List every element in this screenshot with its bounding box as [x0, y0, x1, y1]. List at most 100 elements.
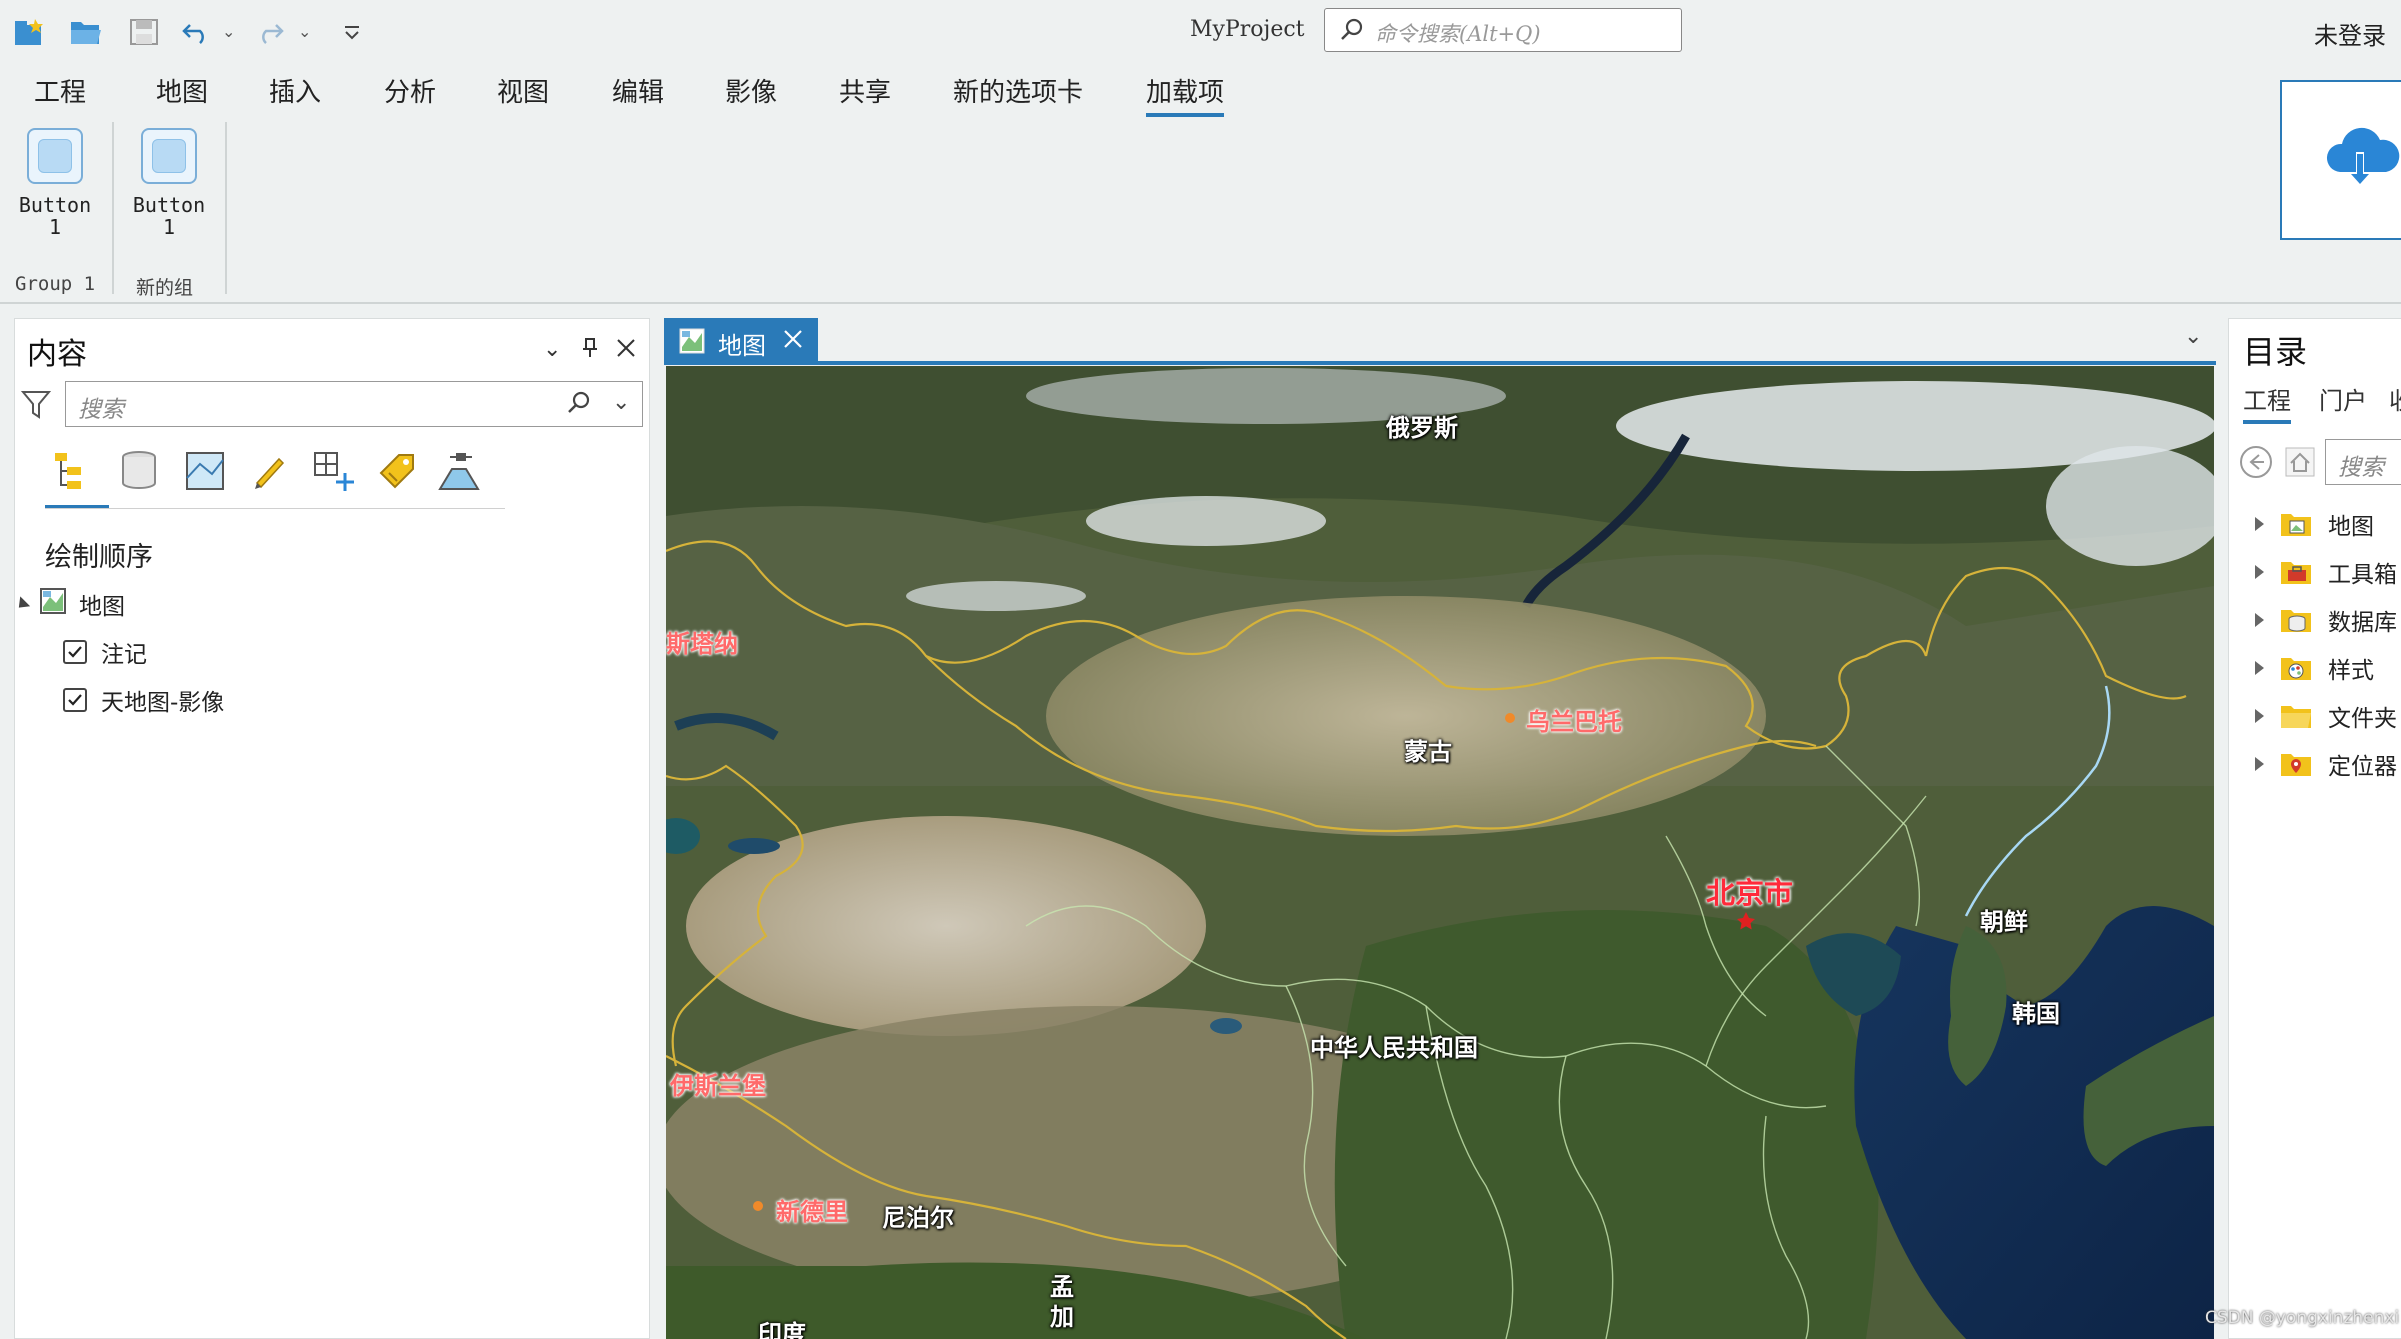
map-label-bangladesh-line1: 孟: [1050, 1273, 1074, 1301]
expand-icon[interactable]: [2255, 757, 2264, 771]
tab-insert[interactable]: 插入: [269, 72, 321, 109]
search-icon[interactable]: [566, 390, 592, 420]
catalog-item-styles[interactable]: 样式: [2255, 651, 2374, 685]
close-tab-icon[interactable]: [782, 328, 804, 354]
map-label-bangladesh-line2: 加: [1050, 1303, 1074, 1331]
list-by-perspective-imagery-icon[interactable]: [435, 447, 483, 495]
redo-dropdown-icon[interactable]: ⌄: [298, 22, 311, 41]
catalog-tab-project[interactable]: 工程: [2243, 381, 2291, 424]
catalog-item-locators[interactable]: 定位器: [2255, 747, 2397, 781]
map-label-bangladesh: 孟 加: [1050, 1272, 1074, 1332]
search-icon: [1339, 17, 1365, 47]
catalog-tab-favorites[interactable]: 收: [2389, 381, 2401, 416]
catalog-item-label: 文件夹: [2328, 706, 2397, 732]
folder-database-icon: [2280, 607, 2312, 633]
folder-styles-icon: [2280, 655, 2312, 681]
tab-project[interactable]: 工程: [34, 72, 86, 109]
view-list-dropdown-icon[interactable]: ⌄: [2184, 324, 2202, 349]
home-icon[interactable]: [2285, 447, 2315, 481]
list-by-labeling-icon[interactable]: [373, 447, 421, 495]
undo-icon[interactable]: [176, 12, 216, 52]
filter-icon[interactable]: [20, 389, 52, 425]
newgroup-button1[interactable]: Button 1: [124, 128, 214, 238]
catalog-item-label: 数据库: [2328, 610, 2397, 636]
drawing-order-heading: 绘制顺序: [45, 542, 153, 573]
tab-add-in[interactable]: 加载项: [1146, 72, 1225, 117]
map-view-tab-label: 地图: [718, 332, 766, 360]
open-project-icon[interactable]: [66, 12, 106, 52]
layer-visibility-checkbox[interactable]: [63, 640, 87, 664]
catalog-item-label: 定位器: [2328, 754, 2397, 780]
contents-search-placeholder: 搜索: [78, 397, 124, 423]
group-separator: [225, 122, 227, 294]
group-label-group1: Group 1: [15, 273, 96, 295]
list-by-editing-icon[interactable]: [245, 447, 293, 495]
tab-imagery[interactable]: 影像: [725, 72, 777, 109]
redo-icon[interactable]: [250, 12, 290, 52]
tab-share[interactable]: 共享: [839, 72, 891, 109]
folder-icon: [2280, 703, 2312, 729]
expand-icon[interactable]: [2255, 565, 2264, 579]
catalog-item-toolboxes[interactable]: 工具箱: [2255, 555, 2397, 589]
map-icon: [39, 587, 67, 621]
map-label-islamabad: 伊斯兰堡: [670, 1072, 766, 1100]
map-label-south-korea: 韩国: [2012, 1000, 2060, 1028]
contents-pane-title: 内容: [27, 337, 87, 372]
download-panel[interactable]: [2280, 80, 2401, 240]
catalog-item-databases[interactable]: 数据库: [2255, 603, 2397, 637]
ribbon-border: [0, 302, 2401, 304]
customize-toolbar-icon[interactable]: [332, 12, 372, 52]
catalog-tab-portal[interactable]: 门户: [2319, 381, 2367, 416]
tab-map[interactable]: 地图: [156, 72, 208, 109]
sign-in-status[interactable]: 未登录: [2314, 16, 2386, 51]
map-label-ulaanbaatar: 乌兰巴托: [1526, 708, 1622, 736]
tab-analysis[interactable]: 分析: [384, 72, 436, 109]
list-by-drawing-order-icon[interactable]: [49, 447, 97, 495]
close-icon[interactable]: [615, 337, 637, 365]
title-bar: ⌄ ⌄ MyProject 命令搜索(Alt+Q) 未登录: [0, 0, 2401, 62]
list-by-snapping-icon[interactable]: [309, 447, 357, 495]
tree-item-layer-annotation[interactable]: 注记: [63, 635, 147, 669]
tree-item-label: 注记: [101, 642, 147, 668]
save-project-icon[interactable]: [124, 12, 164, 52]
tree-item-map[interactable]: 地图: [13, 587, 125, 621]
tree-item-layer-imagery[interactable]: 天地图-影像: [63, 683, 224, 717]
catalog-item-label: 地图: [2328, 514, 2374, 540]
collapse-icon[interactable]: [13, 595, 31, 613]
map-view-tabstrip: 地图 ⌄: [664, 318, 2216, 364]
tab-view[interactable]: 视图: [497, 72, 549, 109]
expand-icon[interactable]: [2255, 613, 2264, 627]
catalog-search-input[interactable]: 搜索: [2325, 439, 2401, 485]
list-by-selection-icon[interactable]: [181, 447, 229, 495]
map-label-india: 印度: [758, 1320, 806, 1339]
new-project-icon[interactable]: [10, 12, 50, 52]
pin-icon[interactable]: [581, 337, 599, 365]
expand-icon[interactable]: [2255, 661, 2264, 675]
contents-search-input[interactable]: 搜索 ⌄: [65, 381, 643, 427]
undo-dropdown-icon[interactable]: ⌄: [222, 22, 235, 41]
tab-edit[interactable]: 编辑: [612, 72, 664, 109]
pane-options-icon[interactable]: ⌄: [543, 337, 561, 362]
search-options-icon[interactable]: ⌄: [612, 390, 630, 415]
catalog-item-maps[interactable]: 地图: [2255, 507, 2374, 541]
new-delhi-dot: [753, 1201, 763, 1211]
cloud-download-icon: [2322, 118, 2401, 202]
map-label-russia: 俄罗斯: [1386, 414, 1458, 442]
group1-button1[interactable]: Button 1: [10, 128, 100, 238]
ulaanbaatar-dot: [1505, 713, 1515, 723]
map-icon: [678, 327, 706, 359]
expand-icon[interactable]: [2255, 709, 2264, 723]
map-canvas[interactable]: 俄罗斯 斯塔纳 蒙古 乌兰巴托 北京市 朝鲜 韩国 中华人民共和国 伊斯兰堡 新…: [666, 366, 2214, 1339]
tab-new-tab[interactable]: 新的选项卡: [953, 72, 1083, 109]
group-label-new-group: 新的组: [136, 277, 194, 299]
catalog-item-folders[interactable]: 文件夹: [2255, 699, 2397, 733]
map-view-tab[interactable]: 地图: [664, 318, 818, 362]
toolbar-divider: [45, 508, 505, 509]
list-by-data-source-icon[interactable]: [115, 447, 163, 495]
back-icon[interactable]: [2239, 445, 2273, 483]
expand-icon[interactable]: [2255, 517, 2264, 531]
command-search-input[interactable]: 命令搜索(Alt+Q): [1324, 8, 1682, 52]
map-label-nepal: 尼泊尔: [882, 1204, 954, 1232]
command-search-placeholder: 命令搜索(Alt+Q): [1375, 22, 1541, 46]
layer-visibility-checkbox[interactable]: [63, 688, 87, 712]
